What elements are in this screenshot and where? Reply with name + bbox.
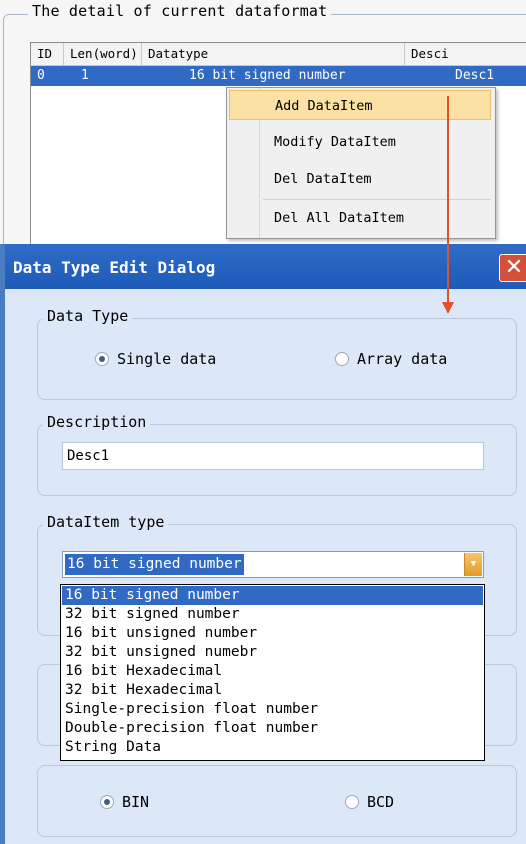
list-header: ID Len(word) Datatype Desci — [31, 43, 526, 66]
radio-bin[interactable]: BIN — [100, 793, 149, 811]
dialog-title: Data Type Edit Dialog — [13, 258, 216, 277]
dropdown-option[interactable]: 16 bit signed number — [62, 586, 483, 605]
radio-unselected-icon — [345, 795, 359, 809]
menu-item-del-dataitem[interactable]: Del DataItem — [229, 164, 491, 194]
cell-len: 1 — [81, 68, 89, 83]
description-input[interactable]: Desc1 — [62, 442, 484, 470]
dialog-body: Data Type Single data Array data Descrip… — [5, 289, 526, 844]
dropdown-option[interactable]: Double-precision float number — [62, 719, 483, 738]
dropdown-option[interactable]: 32 bit Hexadecimal — [62, 681, 483, 700]
radio-array-label: Array data — [357, 350, 448, 368]
menu-item-add-dataitem[interactable]: Add DataItem — [229, 90, 491, 120]
radio-single-data[interactable]: Single data — [95, 350, 216, 368]
radio-bin-label: BIN — [122, 793, 150, 811]
dataitem-type-legend: DataItem type — [43, 513, 169, 531]
cell-datatype: 16 bit signed number — [189, 68, 346, 83]
table-row[interactable]: 0 1 16 bit signed number Desc1 — [31, 66, 526, 86]
data-type-edit-dialog: Data Type Edit Dialog ✕ Data Type Single… — [0, 244, 526, 844]
radio-bcd-label: BCD — [367, 793, 395, 811]
dataformat-detail-legend: The detail of current dataformat — [28, 2, 332, 20]
column-header-datatype[interactable]: Datatype — [142, 43, 405, 65]
data-type-legend: Data Type — [43, 307, 133, 325]
radio-bcd[interactable]: BCD — [345, 793, 394, 811]
dropdown-option[interactable]: 32 bit signed number — [62, 605, 483, 624]
dropdown-option[interactable]: 16 bit Hexadecimal — [62, 662, 483, 681]
menu-separator — [263, 199, 491, 200]
chevron-down-icon[interactable]: ▼ — [464, 553, 482, 576]
menu-item-modify-dataitem[interactable]: Modify DataItem — [229, 127, 491, 157]
column-header-len[interactable]: Len(word) — [64, 43, 142, 65]
dropdown-option[interactable]: 16 bit unsigned number — [62, 624, 483, 643]
description-legend: Description — [43, 413, 151, 431]
cell-id: 0 — [37, 68, 45, 83]
dataitem-type-dropdown-list[interactable]: 16 bit signed number 32 bit signed numbe… — [60, 584, 485, 761]
radio-unselected-icon — [335, 352, 349, 366]
annotation-arrow-head-icon — [442, 302, 454, 314]
annotation-arrow-line — [447, 96, 449, 306]
context-menu: Add DataItem Modify DataItem Del DataIte… — [226, 87, 496, 239]
dataitem-type-selected-value: 16 bit signed number — [65, 554, 244, 575]
radio-array-data[interactable]: Array data — [335, 350, 447, 368]
menu-item-del-all-dataitem[interactable]: Del All DataItem — [229, 203, 491, 233]
cell-desc: Desc1 — [455, 68, 495, 83]
dropdown-option[interactable]: Single-precision float number — [62, 700, 483, 719]
close-button[interactable]: ✕ — [499, 254, 526, 282]
radio-selected-icon — [95, 352, 109, 366]
dataitem-type-select[interactable]: 16 bit signed number ▼ — [62, 551, 484, 578]
dropdown-option[interactable]: 32 bit unsigned numebr — [62, 643, 483, 662]
column-header-desc[interactable]: Desci — [405, 43, 526, 65]
radio-single-label: Single data — [117, 350, 217, 368]
column-header-id[interactable]: ID — [31, 43, 64, 65]
radio-selected-icon — [100, 795, 114, 809]
dropdown-option[interactable]: String Data — [62, 738, 483, 757]
